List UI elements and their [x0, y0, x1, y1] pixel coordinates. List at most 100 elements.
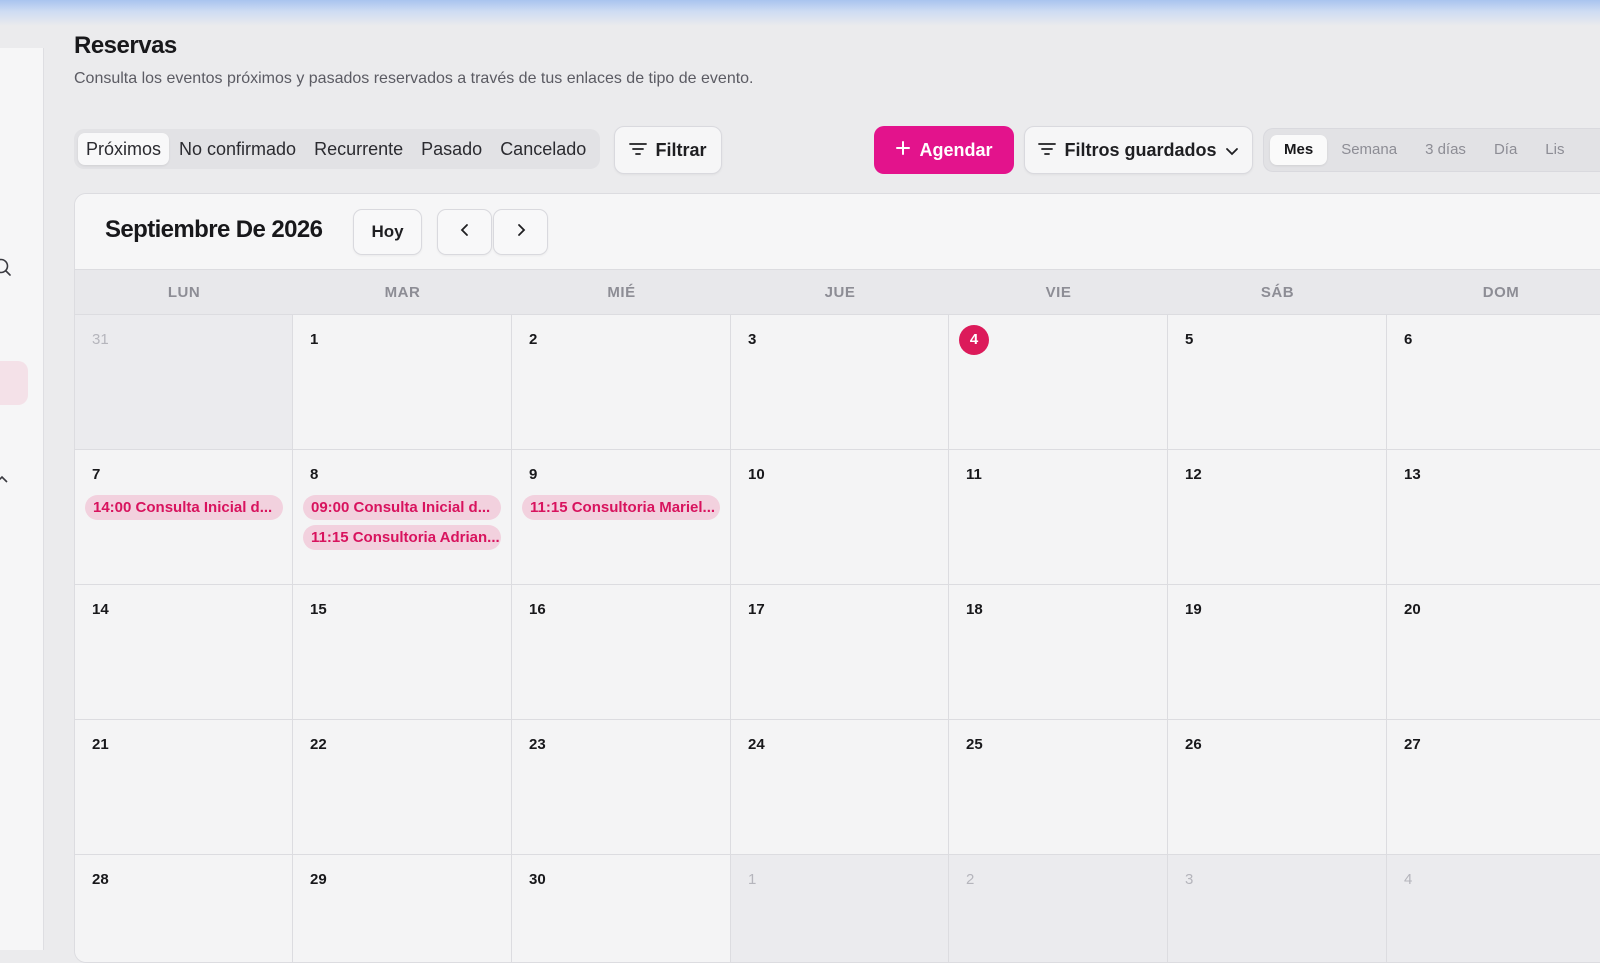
day-number: 4: [1404, 871, 1413, 888]
day-cell[interactable]: 26: [1168, 720, 1387, 855]
calendar-header: Septiembre De 2026 Hoy: [75, 194, 1600, 270]
tab-2[interactable]: Recurrente: [306, 133, 411, 165]
day-cell[interactable]: 22: [293, 720, 512, 855]
day-cell[interactable]: 19: [1168, 585, 1387, 720]
view-option-2[interactable]: 3 días: [1411, 135, 1480, 165]
day-cell[interactable]: 6: [1387, 315, 1600, 450]
day-cell[interactable]: 29: [293, 855, 512, 962]
day-cell[interactable]: 10: [731, 450, 949, 585]
day-number: 1: [310, 331, 319, 348]
day-cell[interactable]: 9 11:15 Consultoria Mariel...: [512, 450, 731, 585]
view-option-3[interactable]: Día: [1480, 135, 1531, 165]
day-cell[interactable]: 8 09:00 Consulta Inicial d... 11:15 Consul…: [293, 450, 512, 585]
page-title: Reservas: [74, 32, 177, 59]
tab-3[interactable]: Pasado: [413, 133, 490, 165]
day-number: 10: [748, 466, 765, 483]
day-number: 28: [92, 871, 109, 888]
today-button[interactable]: Hoy: [353, 209, 422, 255]
day-cell[interactable]: 21: [75, 720, 293, 855]
day-number: 13: [1404, 466, 1421, 483]
today-date-badge: 4: [959, 325, 989, 355]
day-cell[interactable]: 1: [293, 315, 512, 450]
day-cell[interactable]: 20: [1387, 585, 1600, 720]
calendar-view-switch: Mes Semana 3 días Día Lis: [1263, 128, 1600, 172]
day-number: 2: [966, 871, 975, 888]
filter-icon: [1038, 140, 1057, 161]
day-number: 12: [1185, 466, 1202, 483]
day-cell[interactable]: 2: [949, 855, 1168, 962]
weekday-label: LUN: [167, 284, 201, 301]
day-cell[interactable]: 15: [293, 585, 512, 720]
weekday-header: LUN MAR MIÉ JUE VIE SÁB DOM: [75, 270, 1600, 315]
day-number: 6: [1404, 331, 1413, 348]
day-number: 25: [966, 736, 983, 753]
page-subtitle: Consulta los eventos próximos y pasados …: [74, 70, 754, 87]
day-cell[interactable]: 24: [731, 720, 949, 855]
previous-month-button[interactable]: [437, 209, 492, 255]
day-cell[interactable]: 3: [731, 315, 949, 450]
day-cell[interactable]: 11: [949, 450, 1168, 585]
day-number: 8: [310, 466, 319, 483]
day-cell[interactable]: 14: [75, 585, 293, 720]
chevron-up-icon[interactable]: [0, 473, 14, 489]
weekday-label: JUE: [824, 284, 856, 301]
view-option-0[interactable]: Mes: [1270, 135, 1328, 165]
plus-icon: [895, 140, 911, 161]
day-cell[interactable]: 12: [1168, 450, 1387, 585]
day-number: 17: [748, 601, 765, 618]
view-option-1[interactable]: Semana: [1327, 135, 1411, 165]
day-number: 20: [1404, 601, 1421, 618]
day-number: 11: [966, 466, 982, 483]
day-cell[interactable]: 5: [1168, 315, 1387, 450]
day-cell[interactable]: 16: [512, 585, 731, 720]
search-icon[interactable]: [0, 257, 20, 277]
day-cell[interactable]: 31: [75, 315, 293, 450]
sidebar: [0, 48, 44, 950]
day-cell[interactable]: 1: [731, 855, 949, 962]
day-cell[interactable]: 3: [1168, 855, 1387, 962]
chevron-right-icon: [516, 222, 526, 242]
day-number: 24: [748, 736, 765, 753]
day-number: 18: [966, 601, 983, 618]
sidebar-item-active[interactable]: [0, 361, 28, 405]
view-option-4[interactable]: Lis: [1531, 135, 1578, 165]
top-gradient: [0, 0, 1600, 26]
event-chip[interactable]: 14:00 Consulta Inicial d...: [85, 495, 283, 520]
day-number: 1: [748, 871, 757, 888]
saved-filters-button[interactable]: Filtros guardados: [1024, 126, 1253, 174]
day-number: 19: [1185, 601, 1202, 618]
event-chip[interactable]: 11:15 Consultoria Mariel...: [522, 495, 720, 520]
day-cell[interactable]: 7 14:00 Consulta Inicial d...: [75, 450, 293, 585]
month-calendar: Septiembre De 2026 Hoy LUN MAR MIÉ JUE VIE SÁ…: [74, 193, 1600, 963]
day-cell[interactable]: 4: [949, 315, 1168, 450]
tab-0[interactable]: Próximos: [78, 133, 170, 165]
day-cell[interactable]: 4: [1387, 855, 1600, 962]
schedule-button[interactable]: Agendar: [874, 126, 1014, 174]
page-header: Reservas Consulta los eventos próximos y…: [74, 32, 754, 88]
day-number: 3: [748, 331, 757, 348]
day-cell[interactable]: 2: [512, 315, 731, 450]
day-cell[interactable]: 23: [512, 720, 731, 855]
day-number: 31: [92, 331, 109, 348]
event-chip[interactable]: 09:00 Consulta Inicial d...: [303, 495, 501, 520]
booking-status-tabs: Próximos No confirmado Recurrente Pasado Can…: [74, 129, 601, 169]
next-month-button[interactable]: [493, 209, 548, 255]
day-cell[interactable]: 18: [949, 585, 1168, 720]
tab-4[interactable]: Cancelado: [492, 133, 594, 165]
tab-1[interactable]: No confirmado: [171, 133, 304, 165]
day-number: 26: [1185, 736, 1202, 753]
day-cell[interactable]: 17: [731, 585, 949, 720]
day-number: 29: [310, 871, 327, 888]
day-cell[interactable]: 28: [75, 855, 293, 962]
event-chip[interactable]: 11:15 Consultoria Adrian...: [303, 525, 501, 550]
day-cell[interactable]: 27: [1387, 720, 1600, 855]
day-cell[interactable]: 30: [512, 855, 731, 962]
weekday-label: VIE: [1045, 284, 1072, 301]
day-number: 21: [92, 736, 109, 753]
day-number: 15: [310, 601, 327, 618]
day-number: 16: [529, 601, 546, 618]
filter-button[interactable]: Filtrar: [614, 126, 722, 174]
day-cell[interactable]: 25: [949, 720, 1168, 855]
day-number: 2: [529, 331, 538, 348]
day-cell[interactable]: 13: [1387, 450, 1600, 585]
